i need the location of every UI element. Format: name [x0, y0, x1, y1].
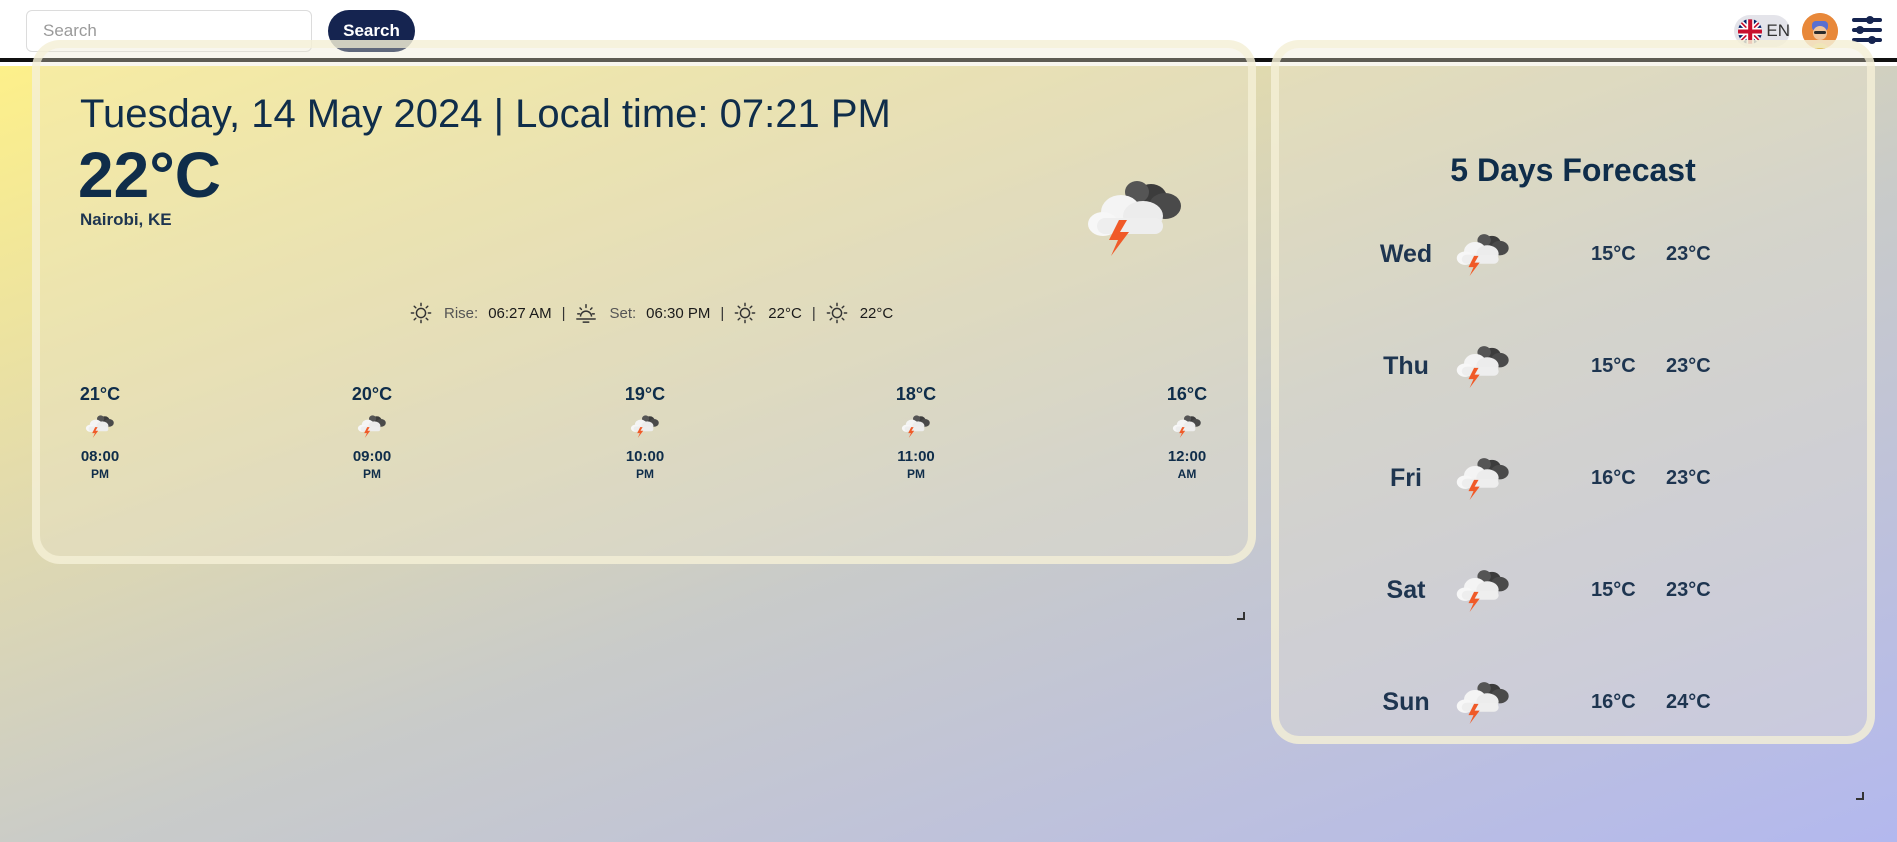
thunderstorm-icon: [1454, 228, 1512, 276]
forecast-day: Fri: [1390, 464, 1422, 492]
forecast-high: 24°C: [1666, 691, 1711, 713]
hourly-time: 12:00: [1167, 448, 1207, 465]
forecast-row: Sat 15°C 23°C: [1271, 564, 1875, 616]
hourly-time: 11:00: [897, 448, 935, 465]
forecast-day: Thu: [1383, 352, 1429, 380]
sun-details-row: Rise: 06:27 AM | Set: 06:30 PM | 22°C | …: [410, 299, 893, 327]
low-temperature: 22°C: [859, 304, 894, 322]
hourly-temp: 19°C: [624, 384, 666, 404]
hourly-time: 10:00: [625, 448, 665, 465]
resize-handle[interactable]: [1237, 612, 1245, 620]
divider: |: [811, 304, 816, 322]
hourly-time: 09:00: [352, 448, 392, 465]
forecast-card: [1271, 40, 1875, 744]
language-label: EN: [1766, 21, 1790, 40]
thunderstorm-icon: [1454, 340, 1512, 388]
forecast-high: 23°C: [1666, 579, 1711, 601]
sunset-value: 06:30 PM: [646, 304, 711, 322]
forecast-row: Wed 15°C 23°C: [1271, 228, 1875, 280]
hourly-temp: 20°C: [351, 384, 393, 404]
hourly-temp: 16°C: [1166, 384, 1208, 404]
sunset-icon: [575, 302, 597, 324]
high-temperature: 22°C: [768, 304, 802, 322]
thunderstorm-icon: [630, 412, 660, 438]
hourly-item: 20°C 09:00 PM: [322, 384, 422, 481]
thunderstorm-icon: [357, 412, 387, 438]
divider: |: [561, 304, 566, 322]
hourly-ampm: PM: [907, 467, 925, 481]
hourly-item: 16°C 12:00 AM: [1137, 384, 1237, 481]
hourly-ampm: PM: [91, 467, 109, 481]
thunderstorm-icon: [85, 412, 115, 438]
date-time-line: Tuesday, 14 May 2024 | Local time: 07:21…: [80, 92, 891, 136]
thunderstorm-icon: [1172, 412, 1202, 438]
thunderstorm-icon: [1454, 676, 1512, 724]
forecast-high: 23°C: [1666, 467, 1711, 489]
hourly-ampm: AM: [1177, 467, 1197, 481]
forecast-low: 15°C: [1591, 355, 1636, 377]
sunset-label: Set:: [609, 304, 637, 322]
forecast-high: 23°C: [1666, 355, 1711, 377]
thunderstorm-icon: [901, 412, 931, 438]
hourly-item: 18°C 11:00 PM: [866, 384, 966, 481]
divider: |: [720, 304, 725, 322]
location-label: Nairobi, KE: [80, 210, 172, 229]
forecast-day: Wed: [1379, 240, 1433, 268]
forecast-day: Sun: [1382, 688, 1430, 716]
sunrise-value: 06:27 AM: [488, 304, 552, 322]
thunderstorm-icon: [1454, 452, 1512, 500]
forecast-low: 16°C: [1591, 467, 1636, 489]
hourly-item: 19°C 10:00 PM: [595, 384, 695, 481]
hourly-ampm: PM: [363, 467, 381, 481]
forecast-row: Sun 16°C 24°C: [1271, 676, 1875, 728]
hourly-temp: 18°C: [895, 384, 937, 404]
thunderstorm-icon: [1085, 170, 1185, 256]
sunrise-icon: [410, 302, 432, 324]
resize-handle[interactable]: [1856, 792, 1864, 800]
hourly-ampm: PM: [636, 467, 654, 481]
hourly-temp: 21°C: [79, 384, 121, 404]
forecast-row: Fri 16°C 23°C: [1271, 452, 1875, 504]
forecast-low: 16°C: [1591, 691, 1636, 713]
thunderstorm-icon: [1454, 564, 1512, 612]
forecast-row: Thu 15°C 23°C: [1271, 340, 1875, 392]
current-temperature: 22°C: [78, 139, 221, 211]
sun-icon: [826, 302, 848, 324]
sunrise-label: Rise:: [444, 304, 479, 322]
forecast-low: 15°C: [1591, 243, 1636, 265]
forecast-high: 23°C: [1666, 243, 1711, 265]
hourly-item: 21°C 08:00 PM: [50, 384, 150, 481]
sun-icon: [734, 302, 756, 324]
forecast-day: Sat: [1386, 576, 1426, 604]
forecast-low: 15°C: [1591, 579, 1636, 601]
hourly-time: 08:00: [80, 448, 120, 465]
forecast-title: 5 Days Forecast: [1450, 152, 1696, 188]
